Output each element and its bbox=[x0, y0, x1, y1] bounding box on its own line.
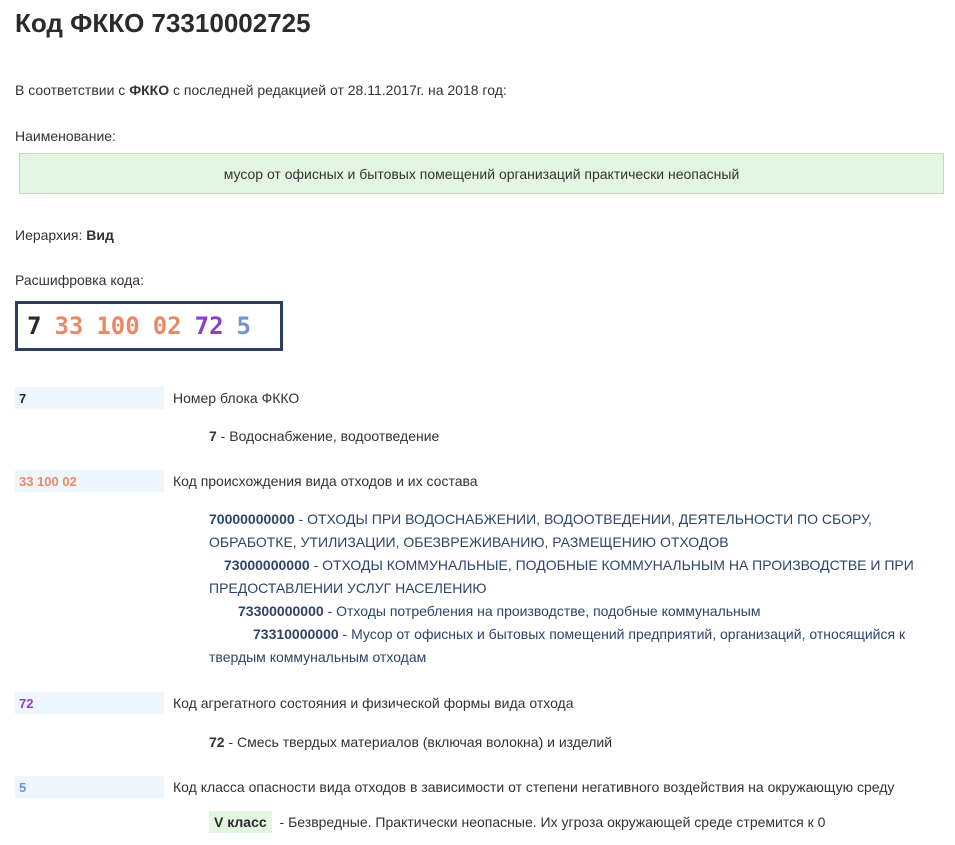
decode-label: Расшифровка кода: bbox=[15, 272, 144, 288]
segment-block-detail: 7 - Водоснабжение, водоотведение bbox=[209, 428, 439, 444]
aggregate-detail-code: 72 bbox=[209, 734, 225, 750]
segment-aggregate-detail: 72 - Смесь твердых материалов (включая в… bbox=[209, 734, 612, 750]
intro-prefix: В соответствии с bbox=[15, 82, 130, 98]
aggregate-detail-text: - Смесь твердых материалов (включая воло… bbox=[224, 734, 613, 750]
hierarchy-item-text: - ОТХОДЫ ПРИ ВОДОСНАБЖЕНИИ, ВОДООТВЕДЕНИ… bbox=[209, 511, 872, 550]
hierarchy-item-code: 73300000000 bbox=[238, 603, 324, 619]
hierarchy-item-code: 70000000000 bbox=[209, 511, 295, 527]
intro-suffix: с последней редакцией от 28.11.2017г. на… bbox=[169, 82, 507, 98]
segment-origin-code: 33 100 02 bbox=[15, 470, 164, 492]
hierarchy-item-1[interactable]: 70000000000 - ОТХОДЫ ПРИ ВОДОСНАБЖЕНИИ, … bbox=[209, 508, 929, 554]
name-value: мусор от офисных и бытовых помещений орг… bbox=[223, 165, 740, 182]
code-breakdown-box: 7 33 100 02 72 5 bbox=[15, 301, 283, 351]
segment-hazard-title: Код класса опасности вида отходов в зави… bbox=[173, 779, 895, 795]
segment-block-code: 7 bbox=[15, 387, 164, 409]
hierarchy-item-3[interactable]: 73300000000 - Отходы потребления на прои… bbox=[238, 600, 938, 623]
hierarchy-line: Иерархия: Вид bbox=[15, 227, 114, 243]
hierarchy-item-text: - Отходы потребления на производстве, по… bbox=[323, 603, 761, 619]
hazard-detail-text: - Безвредные. Практически неопасные. Их … bbox=[275, 814, 826, 830]
hierarchy-item-2[interactable]: 73000000000 - ОТХОДЫ КОММУНАЛЬНЫЕ, ПОДОБ… bbox=[209, 554, 929, 600]
segment-aggregate-title: Код агрегатного состояния и физической ф… bbox=[173, 695, 574, 711]
code-part-aggregate: 72 bbox=[194, 312, 224, 340]
segment-hazard-code: 5 bbox=[15, 776, 164, 798]
name-label: Наименование: bbox=[15, 128, 116, 144]
hazard-class-badge: V класс bbox=[209, 811, 272, 833]
hierarchy-item-4[interactable]: 73310000000 - Мусор от офисных и бытовых… bbox=[209, 623, 944, 669]
code-part-origin-3: 02 bbox=[152, 312, 182, 340]
intro-text: В соответствии с ФККО с последней редакц… bbox=[15, 82, 507, 98]
hierarchy-item-code: 73000000000 bbox=[224, 557, 310, 573]
block-detail-text: - Водоснабжение, водоотведение bbox=[216, 428, 440, 444]
name-value-box: мусор от офисных и бытовых помещений орг… bbox=[19, 153, 944, 194]
fkko-link[interactable]: ФККО bbox=[129, 82, 169, 98]
hierarchy-item-text: - ОТХОДЫ КОММУНАЛЬНЫЕ, ПОДОБНЫЕ КОММУНАЛ… bbox=[209, 557, 914, 596]
segment-hazard-detail: V класс - Безвредные. Практически неопас… bbox=[209, 811, 825, 833]
code-part-hazard: 5 bbox=[236, 312, 251, 340]
hierarchy-label: Иерархия: bbox=[15, 227, 87, 243]
hierarchy-item-code: 73310000000 bbox=[253, 626, 339, 642]
page-title: Код ФККО 73310002725 bbox=[15, 8, 311, 38]
code-part-origin-1: 33 bbox=[54, 312, 84, 340]
code-part-block: 7 bbox=[27, 312, 42, 340]
hierarchy-value: Вид bbox=[86, 227, 114, 243]
code-part-origin-2: 100 bbox=[96, 312, 140, 340]
block-detail-code: 7 bbox=[209, 428, 217, 444]
segment-origin-title: Код происхождения вида отходов и их сост… bbox=[173, 473, 478, 489]
segment-aggregate-code: 72 bbox=[15, 692, 164, 714]
segment-block-title: Номер блока ФККО bbox=[173, 390, 300, 406]
